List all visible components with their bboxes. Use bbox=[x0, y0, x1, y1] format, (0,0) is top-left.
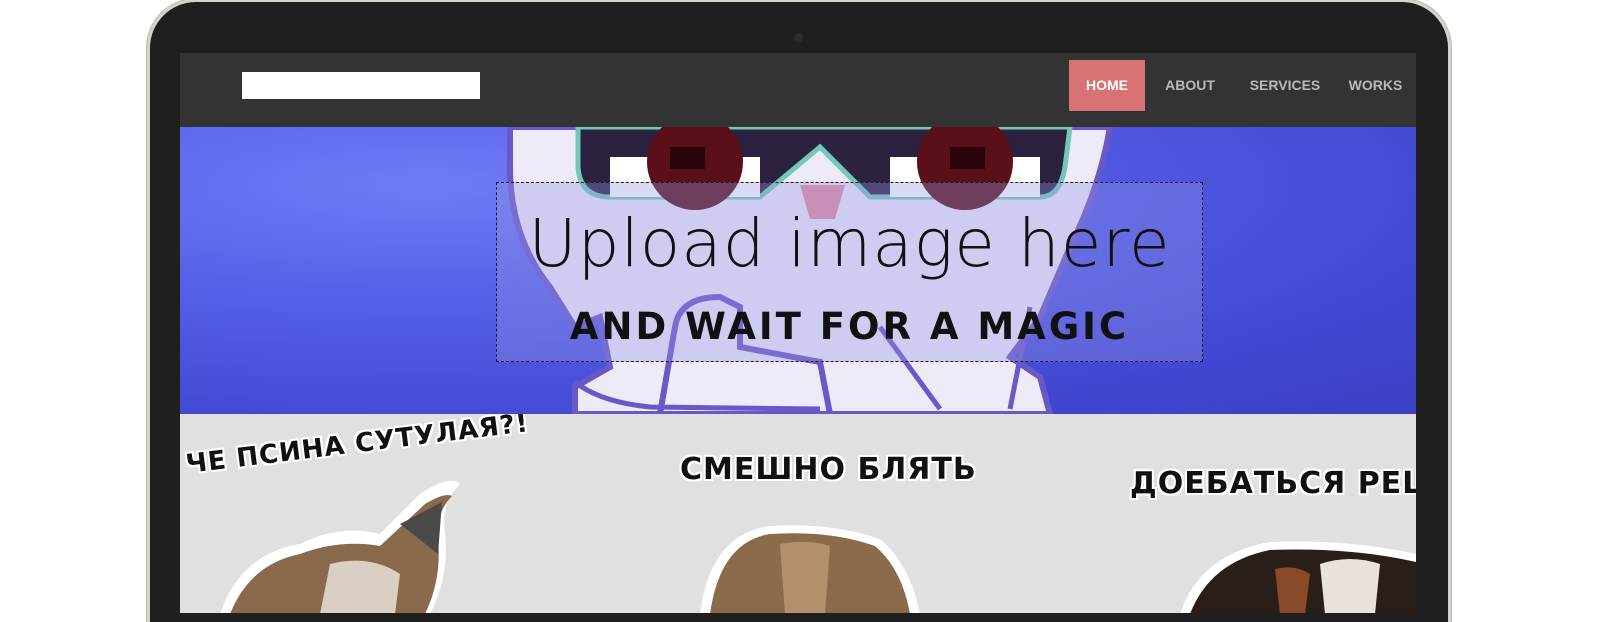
sticker-caption: СМЕШНО БЛЯТЬ bbox=[680, 452, 977, 487]
laptop-screen: HOME ABOUT SERVICES WORKS Upload image h… bbox=[180, 53, 1416, 613]
sticker-card[interactable]: СМЕШНО БЛЯТЬ bbox=[600, 414, 1000, 613]
upload-subtitle: AND WAIT FOR A MAGIC bbox=[569, 305, 1130, 348]
sticker-card[interactable]: ЧЕ ПСИНА СУТУЛАЯ?! bbox=[180, 414, 580, 613]
hero-banner: Upload image here AND WAIT FOR A MAGIC bbox=[180, 127, 1416, 414]
camera-icon bbox=[793, 32, 804, 43]
dog-sticker-image bbox=[1180, 541, 1416, 613]
dog-sticker-image bbox=[700, 525, 920, 613]
upload-dropzone[interactable]: Upload image here AND WAIT FOR A MAGIC bbox=[496, 182, 1203, 362]
nav-works[interactable]: WORKS bbox=[1335, 60, 1416, 111]
nav-home[interactable]: HOME bbox=[1069, 60, 1145, 111]
sticker-caption: ДОЕБАТЬСЯ РЕШ bbox=[1130, 466, 1416, 501]
laptop-frame: HOME ABOUT SERVICES WORKS Upload image h… bbox=[150, 2, 1448, 622]
site-logo[interactable] bbox=[242, 72, 480, 99]
nav-about[interactable]: ABOUT bbox=[1145, 60, 1235, 111]
top-navbar: HOME ABOUT SERVICES WORKS bbox=[180, 53, 1416, 127]
sticker-card[interactable]: ДОЕБАТЬСЯ РЕШ bbox=[1020, 414, 1416, 613]
sticker-gallery: ЧЕ ПСИНА СУТУЛАЯ?! СМЕШНО БЛЯТЬ ДОЕБАТЬС… bbox=[180, 414, 1416, 613]
nav-services[interactable]: SERVICES bbox=[1235, 60, 1335, 111]
upload-title: Upload image here bbox=[528, 205, 1171, 282]
